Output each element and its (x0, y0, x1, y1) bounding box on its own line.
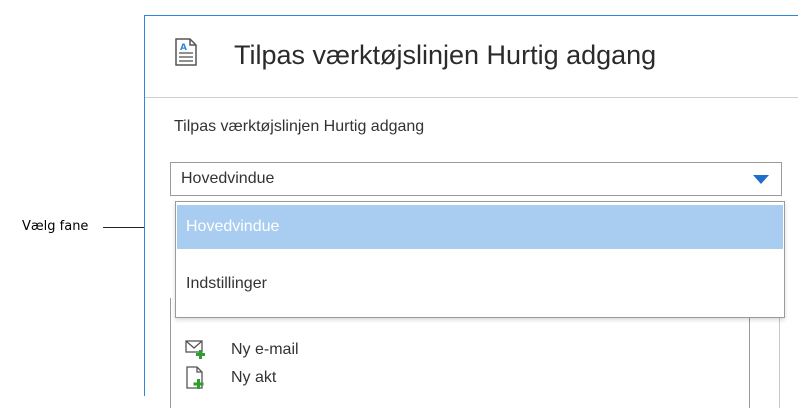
list-item[interactable]: Ny akt (185, 366, 685, 392)
new-email-icon (185, 338, 209, 365)
dropdown-option-hovedvindue[interactable]: Hovedvindue (177, 205, 783, 249)
list-item[interactable]: Ny e-mail (185, 338, 685, 364)
callout-label: Vælg fane (22, 219, 89, 234)
document-icon: A (175, 38, 197, 71)
dialog-title: Tilpas værktøjslinjen Hurtig adgang (234, 40, 657, 70)
tab-dropdown-menu: Hovedvindue Indstillinger (175, 201, 785, 318)
tab-select[interactable]: Hovedvindue (170, 162, 782, 196)
dropdown-option-indstillinger[interactable]: Indstillinger (177, 262, 783, 306)
dialog-header: A Tilpas værktøjslinjen Hurtig adgang (145, 16, 798, 98)
svg-text:A: A (180, 43, 187, 53)
list-item-label: Ny akt (231, 369, 277, 386)
chevron-down-icon[interactable] (753, 175, 769, 184)
section-label: Tilpas værktøjslinjen Hurtig adgang (174, 118, 425, 135)
tab-select-value: Hovedvindue (181, 170, 275, 187)
list-item-label: Ny e-mail (231, 341, 299, 358)
customize-toolbar-dialog: A Tilpas værktøjslinjen Hurtig adgang Ti… (144, 15, 798, 408)
new-document-icon (185, 366, 209, 395)
